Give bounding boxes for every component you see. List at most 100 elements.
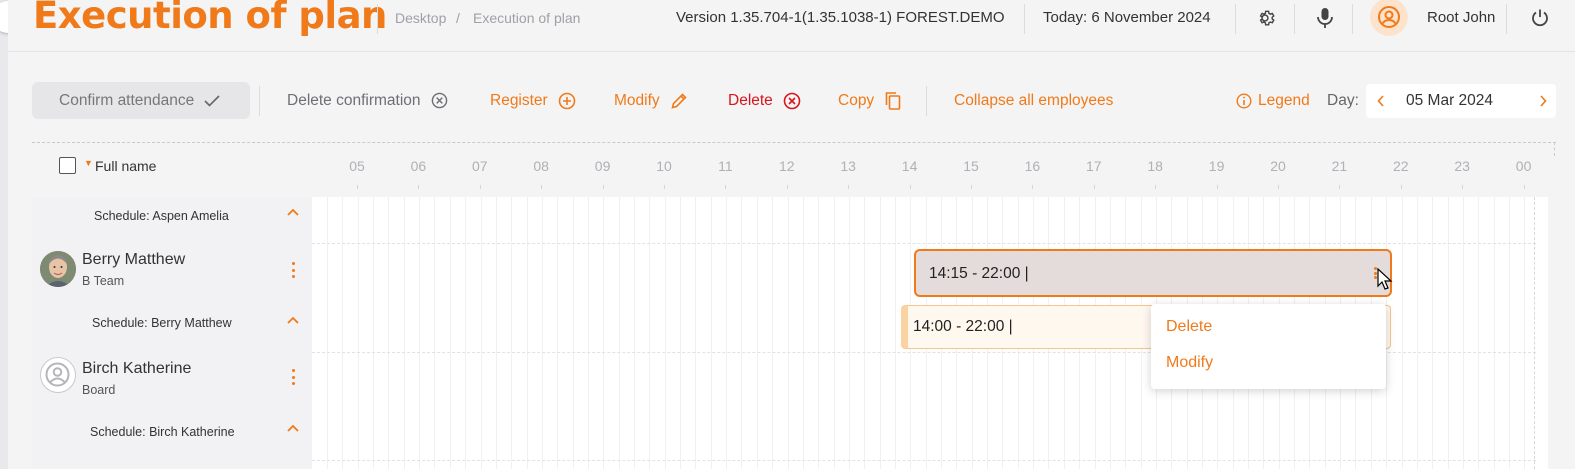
sort-arrow-icon[interactable]: ▼	[84, 158, 93, 168]
hour-label: 17	[1086, 158, 1102, 174]
menu-item-modify[interactable]: Modify	[1166, 354, 1213, 372]
grid-line	[342, 197, 344, 469]
delete-confirmation-button[interactable]: Delete confirmation	[287, 82, 448, 119]
hour-tick	[1400, 185, 1402, 189]
hour-label: 16	[1024, 158, 1041, 174]
delete-label: Delete	[728, 91, 773, 109]
grid-line	[618, 197, 620, 469]
grid-line	[357, 197, 359, 469]
grid-line	[480, 197, 482, 469]
hour-tick	[418, 185, 420, 189]
chevron-up-icon[interactable]	[286, 207, 300, 217]
grid-line	[894, 197, 896, 469]
cancel-circle-icon	[431, 92, 447, 109]
grid-line	[495, 197, 497, 469]
actual-shift-bar[interactable]: 14:15 - 22:00 |	[914, 249, 1392, 297]
add-circle-icon	[558, 92, 576, 109]
collapse-all-employees-button[interactable]: Collapse all employees	[954, 82, 1113, 119]
hour-tick	[1462, 185, 1464, 189]
hour-label: 19	[1208, 158, 1225, 174]
actual-shift-time: 14:15 - 22:00 |	[929, 265, 1029, 282]
power-icon[interactable]	[1528, 6, 1552, 30]
microphone-icon[interactable]	[1313, 6, 1337, 30]
menu-item-delete[interactable]: Delete	[1166, 318, 1212, 336]
cursor-pointer-icon	[1377, 268, 1393, 290]
hour-tick	[1278, 185, 1279, 189]
hour-tick	[1032, 185, 1034, 189]
grid-edge	[1534, 197, 1535, 469]
avatar	[40, 251, 76, 287]
hour-tick	[1093, 185, 1095, 189]
chevron-left-icon[interactable]	[1377, 95, 1385, 107]
grid-line	[465, 197, 467, 469]
grid-line	[388, 197, 390, 469]
delete-button[interactable]: Delete	[728, 82, 801, 119]
chevron-up-icon[interactable]	[286, 315, 300, 325]
register-label: Register	[490, 91, 548, 109]
grid-line	[403, 197, 405, 469]
user-avatar[interactable]	[1370, 0, 1408, 36]
gear-icon[interactable]	[1253, 6, 1277, 30]
grid-line	[802, 197, 804, 469]
chevron-right-icon[interactable]	[1539, 95, 1547, 107]
hour-label: 18	[1147, 158, 1163, 174]
grid-line	[833, 197, 835, 469]
divider	[926, 86, 927, 116]
chevron-up-icon[interactable]	[286, 423, 300, 433]
hour-label: 21	[1331, 158, 1348, 174]
grid-line	[864, 197, 866, 469]
employee-name-birch[interactable]: Birch Katherine	[82, 360, 191, 378]
grid-line	[1401, 197, 1403, 469]
copy-button[interactable]: Copy	[838, 82, 902, 119]
hour-tick	[664, 185, 665, 189]
user-name[interactable]: Root John	[1427, 9, 1495, 26]
grid-line	[557, 197, 559, 469]
user-circle-icon	[1378, 6, 1400, 28]
employee-team-birch: Board	[82, 383, 116, 397]
employee-name-berry[interactable]: Berry Matthew	[82, 251, 185, 269]
breadcrumb-desktop[interactable]: Desktop	[395, 10, 446, 26]
version-text: Version 1.35.704-1(1.35.1038-1) FOREST.D…	[676, 9, 1005, 26]
confirm-attendance-button[interactable]: Confirm attendance	[32, 82, 250, 119]
legend-button[interactable]: Legend	[1236, 82, 1310, 119]
grid-line	[848, 197, 850, 469]
day-picker[interactable]: 05 Mar 2024	[1366, 84, 1556, 118]
delete-confirmation-label: Delete confirmation	[287, 91, 421, 109]
divider	[1352, 4, 1353, 34]
grid-line	[434, 197, 436, 469]
legend-label: Legend	[1258, 91, 1310, 109]
hour-label: 09	[594, 158, 611, 174]
hour-tick	[1523, 185, 1525, 189]
divider	[1024, 4, 1025, 34]
avatar	[40, 357, 76, 393]
hour-tick	[725, 185, 727, 189]
row-menu-button[interactable]	[290, 262, 296, 278]
modify-button[interactable]: Modify	[614, 82, 688, 119]
day-value[interactable]: 05 Mar 2024	[1406, 92, 1493, 110]
row-menu-button[interactable]	[290, 369, 296, 385]
grid-line	[710, 197, 712, 469]
employee-team-berry: B Team	[82, 274, 125, 288]
full-name-column-header[interactable]: Full name	[95, 158, 156, 174]
hour-tick	[1155, 185, 1157, 189]
confirm-attendance-label: Confirm attendance	[59, 91, 195, 109]
grid-line	[603, 197, 605, 469]
grid-line	[756, 197, 758, 469]
grid-line	[572, 197, 574, 469]
grid-line	[664, 197, 666, 469]
row-divider	[312, 243, 1536, 244]
divider	[1506, 4, 1507, 34]
copy-label: Copy	[838, 91, 875, 109]
grid-line	[511, 197, 513, 469]
grid-line	[741, 197, 743, 469]
hour-tick	[479, 185, 481, 189]
hour-label: 12	[779, 158, 795, 174]
select-all-checkbox[interactable]	[59, 157, 76, 174]
register-button[interactable]: Register	[490, 82, 576, 119]
left-rail	[0, 0, 8, 469]
scheduled-shift-time: 14:00 - 22:00 |	[913, 318, 1013, 335]
hour-label: 07	[472, 158, 488, 174]
pencil-icon	[671, 92, 687, 109]
grid-line	[1416, 197, 1418, 469]
grid-line	[879, 197, 881, 469]
